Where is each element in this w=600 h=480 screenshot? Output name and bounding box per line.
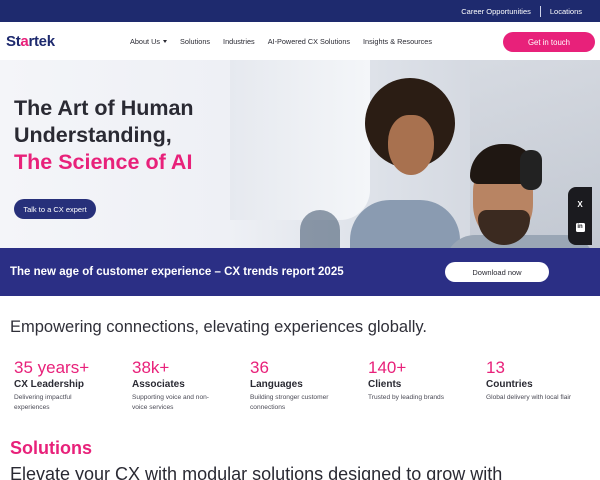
startek-logo[interactable]: Startek (6, 33, 55, 50)
talk-to-cx-expert-button[interactable]: Talk to a CX expert (14, 199, 96, 219)
hero-image-woman-body (350, 200, 460, 248)
stat-number: 140+ (368, 358, 407, 377)
stat-countries: 13 Countries Global delivery with local … (486, 358, 596, 403)
x-twitter-icon[interactable]: X (577, 200, 582, 210)
stat-description: Trusted by leading brands (368, 394, 444, 401)
stats-row: 35 years+ CX Leadership Delivering impac… (14, 358, 594, 418)
chevron-down-icon (163, 39, 168, 43)
stat-number: 38k+ (132, 358, 170, 377)
utility-links: Career Opportunities Locations (461, 0, 582, 22)
nav-label: AI-Powered CX Solutions (267, 36, 351, 46)
stat-description: Supporting voice and non-voice services (132, 394, 209, 411)
nav-label: About Us (130, 36, 161, 46)
section-tagline: Empowering connections, elevating experi… (10, 318, 428, 336)
hero-headline-line3: The Science of AI (14, 150, 193, 174)
stat-number: 35 years+ (14, 358, 90, 377)
stat-description: Global delivery with local flair (486, 394, 572, 401)
stat-label: Associates (132, 379, 185, 390)
hero-headline-line1: The Art of Human (14, 96, 194, 120)
download-now-button[interactable]: Download now (445, 262, 549, 282)
stat-cx-leadership: 35 years+ CX Leadership Delivering impac… (14, 358, 124, 412)
report-banner-text: The new age of customer experience – CX … (10, 266, 344, 278)
linkedin-icon[interactable]: in (575, 223, 585, 233)
nav-item-about-us[interactable]: About Us (130, 36, 168, 46)
site-header: Startek About Us Solutions Industries AI… (0, 22, 600, 60)
hero-image-monitor (230, 60, 370, 220)
nav-item-industries[interactable]: Industries (223, 37, 255, 46)
stat-clients: 140+ Clients Trusted by leading brands (368, 358, 478, 403)
hero-headline: The Art of Human Understanding, The Scie… (14, 95, 234, 176)
locations-link[interactable]: Locations (550, 7, 582, 16)
utility-divider (539, 5, 541, 17)
nav-item-ai-powered-cx[interactable]: AI-Powered CX Solutions (268, 37, 350, 46)
logo-text-suffix: rtek (28, 33, 55, 50)
social-sidebar: X in (568, 187, 592, 245)
nav-item-insights-resources[interactable]: Insights & Resources (363, 37, 432, 46)
get-in-touch-button[interactable]: Get in touch (503, 32, 595, 52)
hero-image-woman-face (388, 115, 434, 175)
logo-text-prefix: St (6, 33, 21, 50)
solutions-subheading: Elevate your CX with modular solutions d… (10, 464, 503, 480)
nav-label: Insights & Resources (363, 36, 432, 46)
hero-image-background-person (300, 210, 340, 248)
report-banner: The new age of customer experience – CX … (0, 248, 600, 296)
stat-label: Clients (368, 379, 402, 390)
nav-label: Solutions (180, 36, 211, 46)
hero-headline-line2: Understanding, (14, 123, 172, 147)
headset-icon (520, 150, 542, 190)
stat-number: 13 (486, 358, 505, 377)
stat-description: Building stronger customer connections (250, 394, 329, 411)
nav-label: Industries (223, 36, 255, 46)
top-utility-bar: Career Opportunities Locations (0, 0, 600, 22)
career-opportunities-link[interactable]: Career Opportunities (461, 7, 531, 16)
stat-label: Countries (486, 379, 533, 390)
main-nav: About Us Solutions Industries AI-Powered… (130, 22, 445, 60)
hero-section: The Art of Human Understanding, The Scie… (0, 60, 600, 248)
stat-label: CX Leadership (14, 379, 85, 390)
stat-label: Languages (250, 379, 303, 390)
stat-languages: 36 Languages Building stronger customer … (250, 358, 360, 412)
stat-number: 36 (250, 358, 269, 377)
stat-description: Delivering impactful experiences (14, 394, 72, 411)
nav-item-solutions[interactable]: Solutions (180, 37, 210, 46)
solutions-heading: Solutions (10, 438, 92, 458)
stat-associates: 38k+ Associates Supporting voice and non… (132, 358, 242, 412)
